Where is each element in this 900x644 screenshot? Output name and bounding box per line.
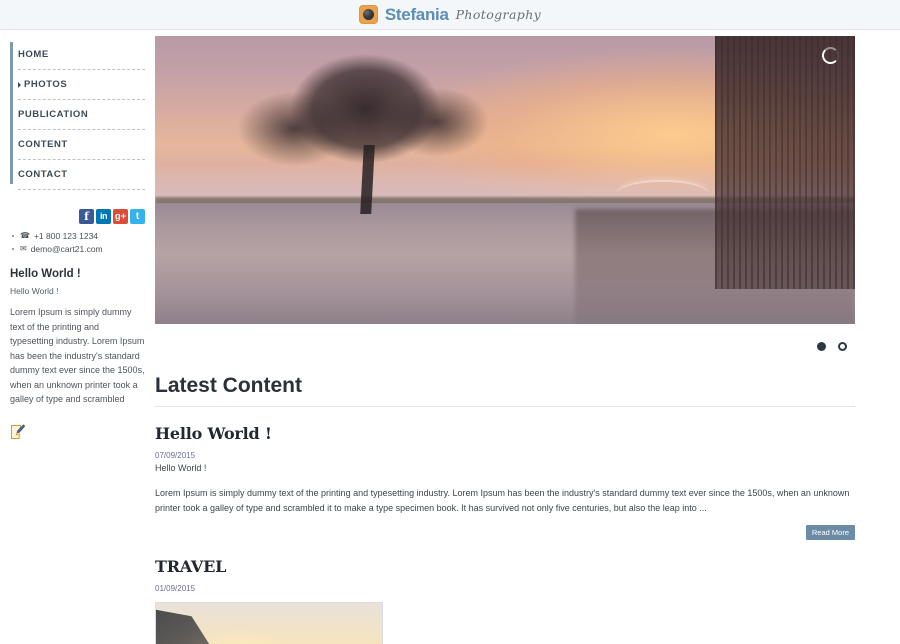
brand-subtitle: Photography	[455, 7, 542, 22]
nav-label-contact: CONTACT	[18, 169, 68, 180]
site-header: Stefania Photography	[0, 0, 900, 30]
post-date: 01/09/2015	[155, 583, 196, 593]
post-title[interactable]: TRAVEL	[155, 557, 855, 576]
sidebar-item-content[interactable]: CONTENT	[18, 130, 145, 160]
sidebar-widget-body: Lorem Ipsum is simply dummy text of the …	[10, 307, 145, 405]
edit-pencil-icon[interactable]	[10, 424, 26, 440]
brand-name: Stefania	[384, 4, 449, 24]
contact-phone-value: +1 800 123 1234	[33, 230, 99, 241]
camera-lens-icon	[358, 5, 378, 24]
carousel-dot-1[interactable]	[817, 342, 826, 351]
main-navigation: HOME PHOTOS PUBLICATION CONTENT CONTACT	[10, 40, 145, 190]
linkedin-icon[interactable]: in	[96, 209, 111, 224]
phone-icon: ☎	[20, 231, 30, 240]
hero-reflection	[575, 208, 855, 324]
contact-phone-item: ☎ +1 800 123 1234	[10, 229, 145, 242]
contact-info-list: ☎ +1 800 123 1234 ✉ demo@cart21.com	[10, 229, 145, 255]
sidebar-item-photos[interactable]: PHOTOS	[18, 70, 145, 100]
facebook-icon[interactable]: f	[79, 209, 94, 224]
post-lead: Hello World !	[155, 463, 207, 473]
read-more-row: Read More	[155, 524, 855, 540]
sidebar-widget-subtitle: Hello World !	[10, 286, 59, 296]
nav-label-content: CONTENT	[18, 139, 68, 150]
sidebar: HOME PHOTOS PUBLICATION CONTENT CONTACT …	[0, 30, 155, 644]
post-date: 07/09/2015	[155, 451, 196, 460]
sidebar-widget-title: Hello World !	[10, 268, 81, 280]
thumbnail-cliff	[156, 608, 224, 644]
sidebar-item-publication[interactable]: PUBLICATION	[18, 100, 145, 130]
page-body: HOME PHOTOS PUBLICATION CONTENT CONTACT …	[0, 30, 900, 644]
page-title: Latest Content	[155, 374, 855, 407]
post-item-hello-world: Hello World ! 07/09/2015 Hello World ! L…	[155, 407, 855, 540]
envelope-icon: ✉	[20, 244, 27, 253]
main-content: Latest Content Hello World ! 07/09/2015 …	[155, 30, 900, 644]
nav-label-photos: PHOTOS	[24, 79, 68, 90]
contact-email-item: ✉ demo@cart21.com	[10, 242, 145, 255]
nav-label-home: HOME	[18, 49, 49, 60]
social-links: f in g+ t	[10, 209, 145, 224]
carousel-dots	[155, 324, 855, 351]
sidebar-item-home[interactable]: HOME	[18, 40, 145, 70]
post-body: Lorem Ipsum is simply dummy text of the …	[155, 488, 850, 513]
caret-right-icon	[18, 81, 21, 88]
loading-spinner-icon	[822, 47, 839, 64]
post-title[interactable]: Hello World !	[155, 424, 855, 443]
post-item-travel: TRAVEL 01/09/2015	[155, 540, 855, 644]
hero-carousel[interactable]	[155, 36, 855, 324]
carousel-dot-2[interactable]	[838, 342, 847, 351]
twitter-icon[interactable]: t	[130, 209, 145, 224]
contact-email-value: demo@cart21.com	[30, 243, 103, 254]
read-more-button[interactable]: Read More	[805, 524, 855, 540]
nav-label-publication: PUBLICATION	[18, 109, 89, 120]
sidebar-item-contact[interactable]: CONTACT	[18, 160, 145, 190]
brand-logo[interactable]: Stefania Photography	[358, 4, 542, 25]
googleplus-icon[interactable]: g+	[113, 209, 128, 224]
post-thumbnail[interactable]	[155, 601, 383, 644]
